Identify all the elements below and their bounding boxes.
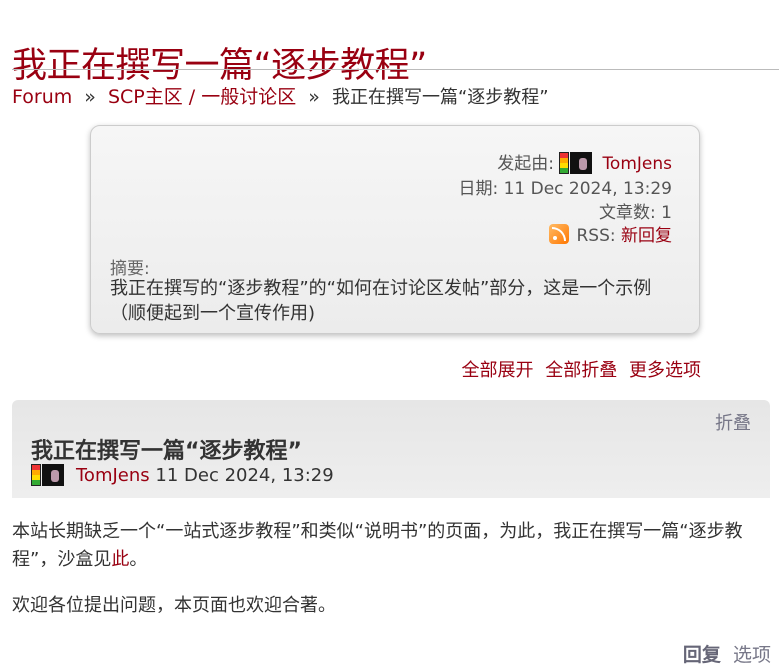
- title-divider: [12, 69, 779, 70]
- breadcrumb: Forum » SCP主区 / 一般讨论区 » 我正在撰写一篇“逐步教程”: [12, 82, 549, 109]
- posts-count: 1: [661, 203, 672, 223]
- page-title: 我正在撰写一篇“逐步教程”: [12, 46, 427, 87]
- post-text: 。: [129, 549, 148, 570]
- post-title: 我正在撰写一篇“逐步教程”: [31, 439, 302, 464]
- author-link[interactable]: TomJens: [602, 154, 672, 174]
- posts-count-label: 文章数:: [599, 203, 656, 223]
- fold-link[interactable]: 折叠: [715, 409, 751, 435]
- date-label: 日期:: [458, 179, 499, 199]
- rss-icon[interactable]: [549, 224, 570, 244]
- post-header: 折叠 我正在撰写一篇“逐步教程” TomJens 11 Dec 2024, 13…: [12, 400, 770, 498]
- rss-label: RSS:: [576, 226, 616, 246]
- thread-summary-box: 发起由: TomJens 日期: 11 Dec 2024, 13:29 文章数:…: [90, 125, 700, 334]
- post-paragraph: 欢迎各位提出问题，本页面也欢迎合著。: [12, 595, 336, 616]
- post-meta: TomJens 11 Dec 2024, 13:29: [31, 464, 334, 486]
- breadcrumb-current: 我正在撰写一篇“逐步教程”: [331, 87, 549, 108]
- breadcrumb-separator: »: [84, 86, 96, 108]
- avatar[interactable]: [570, 152, 593, 174]
- post-author-link[interactable]: TomJens: [76, 465, 150, 486]
- posts-count-row: 文章数: 1: [599, 198, 672, 223]
- breadcrumb-forum-link[interactable]: Forum: [12, 86, 72, 108]
- expand-all-link[interactable]: 全部展开: [462, 360, 534, 381]
- post-actions: 回复 选项: [683, 640, 771, 667]
- started-by-label: 发起由:: [497, 154, 555, 174]
- sandbox-link[interactable]: 此: [111, 549, 129, 570]
- karma-icon: [559, 152, 570, 174]
- rss-new-replies-link[interactable]: 新回复: [621, 226, 672, 246]
- date-row: 日期: 11 Dec 2024, 13:29: [458, 174, 672, 199]
- rss-row: RSS: 新回复: [549, 221, 672, 246]
- karma-icon: [31, 464, 41, 486]
- post-paragraph: 本站长期缺乏一个“一站式逐步教程”和类似“说明书”的页面，为此，我正在撰写一篇“…: [12, 518, 770, 574]
- reply-button[interactable]: 回复: [683, 644, 721, 666]
- started-by-row: 发起由: TomJens: [497, 149, 672, 174]
- avatar[interactable]: [42, 464, 64, 486]
- post-body: 本站长期缺乏一个“一站式逐步教程”和类似“说明书”的页面，为此，我正在撰写一篇“…: [12, 518, 770, 638]
- breadcrumb-category-link[interactable]: SCP主区 / 一般讨论区: [108, 86, 296, 108]
- thread-date: 11 Dec 2024, 13:29: [503, 179, 672, 199]
- post-options-link[interactable]: 选项: [733, 644, 771, 666]
- abstract-text: 我正在撰写的“逐步教程”的“如何在讨论区发帖”部分，这是一个示例（顺便起到一个宣…: [110, 278, 652, 324]
- collapse-all-link[interactable]: 全部折叠: [545, 360, 617, 381]
- breadcrumb-separator: »: [308, 86, 320, 108]
- post-date: 11 Dec 2024, 13:29: [155, 465, 334, 486]
- more-options-link[interactable]: 更多选项: [629, 360, 701, 381]
- thread-options: 全部展开 全部折叠 更多选项: [456, 356, 701, 382]
